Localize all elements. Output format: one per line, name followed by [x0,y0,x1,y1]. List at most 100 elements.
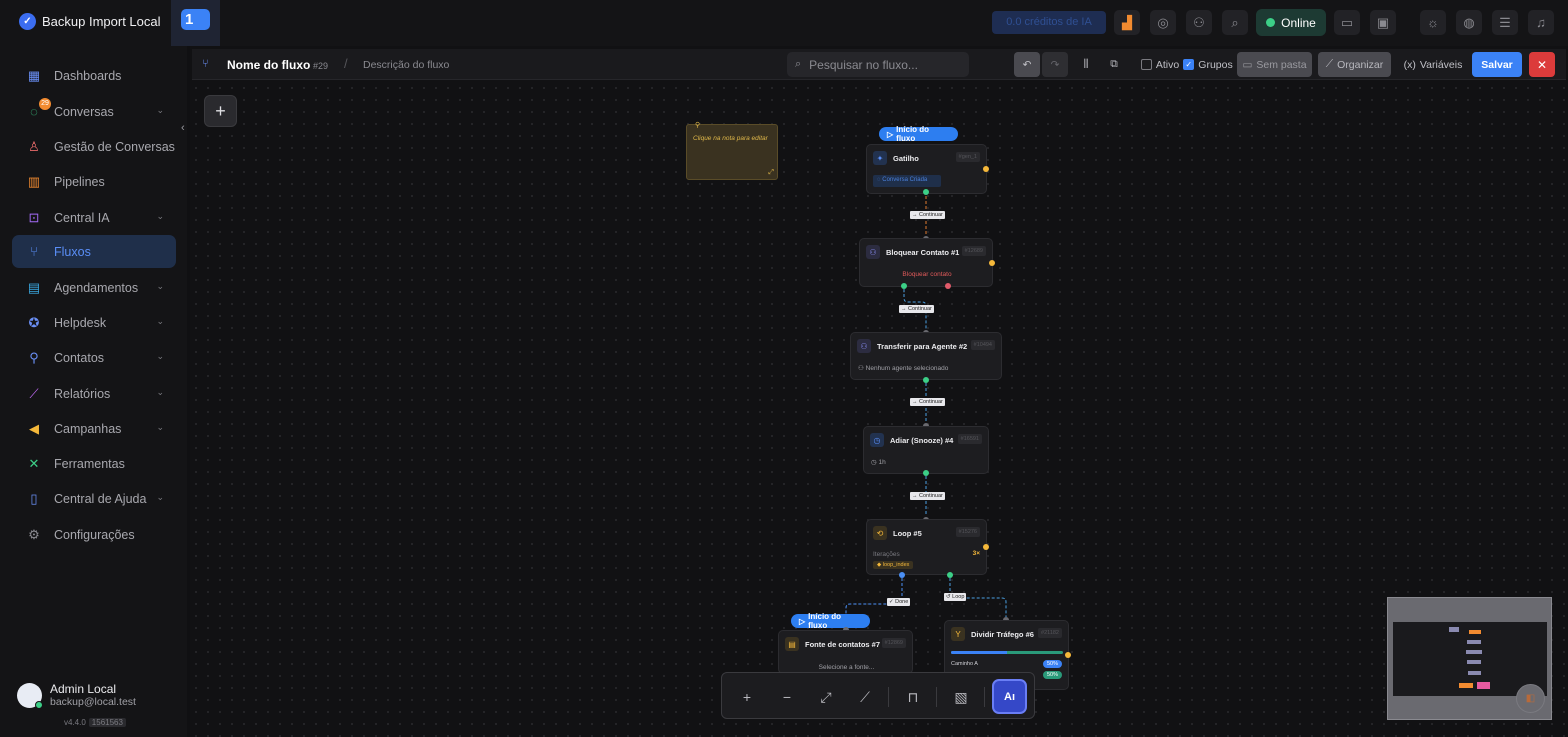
workspace-tab[interactable]: 1 [171,0,220,46]
sidebar-item-agendamentos[interactable]: ▤ Agendamentos ⌄ [12,271,176,304]
sidebar-item-central-ia[interactable]: ⊡ Central IA ⌄ [12,201,176,234]
user-transfer-icon: ⚇ [857,339,871,353]
zoom-in-button[interactable]: + [736,686,758,708]
checklist-icon[interactable]: ☰ [1492,10,1518,35]
sidebar-item-relatorios[interactable]: ⟋ Relatórios ⌄ [12,377,176,410]
redo-button[interactable]: ↷ [1042,52,1068,77]
node-contact-source[interactable]: ▤ Fonte de contatos #7 #12869 Selecione … [778,630,913,674]
sidebar-item-helpdesk[interactable]: ✪ Helpdesk ⌄ [12,306,176,339]
sidebar-item-ferramentas[interactable]: ✕ Ferramentas [12,447,176,480]
node-header: Y Dividir Tráfego #6 [951,627,1034,641]
node-trigger[interactable]: ✦ Gatilho #gen_1 ◌ Conversa Criada [866,144,987,194]
globe-icon[interactable]: ◍ [1456,10,1482,35]
sidebar-item-central-ajuda[interactable]: ▯ Central de Ajuda ⌄ [12,482,176,515]
online-status-button[interactable]: Online [1256,9,1326,36]
minimap-toggle-button[interactable]: ◧ [1516,684,1545,713]
sidebar-item-contatos[interactable]: ⚲ Contatos ⌄ [12,341,176,374]
chevron-down-icon: ⌄ [156,387,164,397]
bell-icon[interactable]: ♫ [1528,10,1554,35]
fit-view-button[interactable]: ⤢ [815,686,837,708]
brand[interactable]: ✓ Backup Import Local [19,13,161,30]
loop-iterate-handle[interactable] [947,572,953,578]
redo-icon: ↷ [1050,58,1060,71]
flow-search[interactable]: ⌕ [787,52,969,77]
note-button[interactable]: ▧ [950,686,972,708]
sticky-note[interactable]: ⚲ Clique na nota para editar ⤢ [686,122,778,180]
reports-icon: ⟋ [29,385,39,401]
add-node-button[interactable]: + [204,95,237,127]
search-icon: ⌕ [795,58,802,70]
message-icon[interactable]: ▭ [1334,10,1360,35]
users-icon[interactable]: ⚇ [1186,10,1212,35]
node-side-handle[interactable] [989,260,995,266]
sidebar-item-dashboards[interactable]: ▦ Dashboards [12,59,176,92]
organize-label: Organizar [1337,58,1384,71]
flow-description[interactable]: Descrição do fluxo [363,59,449,71]
megaphone-icon: ◀ [29,420,39,436]
copy-icon: ⧉ [1110,58,1118,70]
loop-icon: ⟲ [873,526,887,540]
node-error-handle[interactable] [945,283,951,289]
resize-icon[interactable]: ⤢ [768,169,774,177]
version-info: v4.4.0 1561563 [64,718,126,727]
node-transfer-agent[interactable]: ⚇ Transferir para Agente #2 #10494 ⚇ Nen… [850,332,1002,380]
node-output-handle[interactable] [901,283,907,289]
minimap-node [1449,627,1459,632]
sidebar-item-configuracoes[interactable]: ⚙ Configurações [12,518,176,551]
sidebar-item-label: Campanhas [54,421,122,436]
sun-icon[interactable]: ☼ [1420,10,1446,35]
sidebar-item-campanhas[interactable]: ◀ Campanhas ⌄ [12,412,176,445]
auto-layout-button[interactable]: ⟋ [854,686,876,708]
archive-icon[interactable]: ▣ [1370,10,1396,35]
sidebar-item-gestao-conversas[interactable]: ♙ Gestão de Conversas [12,130,176,163]
folder-button[interactable]: ▭ Sem pasta [1237,52,1312,77]
folder-label: Sem pasta [1256,58,1307,71]
groups-label: Grupos [1198,58,1233,71]
active-checkbox[interactable] [1140,59,1152,70]
node-snooze[interactable]: ◷ Adiar (Snooze) #4 #16591 ◷ 1h [863,426,989,474]
node-title: Gatilho [893,153,919,163]
chevron-down-icon: ⌄ [156,316,164,326]
target-icon[interactable]: ◎ [1150,10,1176,35]
stats-button[interactable]: ⫼ [1076,52,1096,77]
user-block-icon: ⚇ [866,245,880,259]
organize-button[interactable]: ⟋ Organizar [1318,52,1391,77]
save-button[interactable]: Salvar [1472,52,1522,77]
node-loop[interactable]: ⟲ Loop #5 #15276 Iterações 3× ◆ loop_ind… [866,519,987,575]
sidebar-item-conversas[interactable]: ◌ 29 Conversas ⌄ [12,95,176,128]
variables-button[interactable]: (x) Variáveis [1402,52,1464,77]
sidebar-item-fluxos[interactable]: ⑂ Fluxos [12,235,176,268]
node-side-handle[interactable] [983,544,989,550]
loop-done-handle[interactable] [899,572,905,578]
chart-icon[interactable]: ▟ [1114,10,1140,35]
ai-icon: Aı [1004,690,1015,703]
node-output-handle[interactable] [923,377,929,383]
loop-variable: loop_index [882,562,910,568]
ai-assistant-button[interactable]: Aı [992,679,1027,714]
groups-toggle[interactable]: ✓ Grupos [1179,52,1237,77]
top-bar: ✓ Backup Import Local 1 0.0 créditos de … [0,0,1568,46]
close-button[interactable]: ✕ [1529,52,1555,77]
node-side-handle[interactable] [1065,652,1071,658]
zoom-out-button[interactable]: − [776,686,798,708]
flow-name[interactable]: Nome do fluxo [227,58,310,72]
copy-button[interactable]: ⧉ [1104,52,1124,77]
groups-checkbox[interactable]: ✓ [1183,59,1195,70]
play-icon: ▷ [887,129,894,139]
node-side-handle[interactable] [983,166,989,172]
lock-button[interactable]: ⊓ [902,686,924,708]
ai-credits-badge[interactable]: 0.0 créditos de IA [992,11,1106,34]
flow-icon: ⑂ [30,244,38,259]
node-output-handle[interactable] [923,470,929,476]
node-block-contact[interactable]: ⚇ Bloquear Contato #1 #12689 Bloquear co… [859,238,993,287]
flow-search-input[interactable] [809,57,960,72]
minus-icon: − [782,689,792,705]
variable-icon: (x) [1403,58,1416,71]
sidebar-item-pipelines[interactable]: ▥ Pipelines [12,165,176,198]
split-pct-a: 50% [1042,660,1062,668]
helpdesk-icon: ✪ [28,314,40,330]
search-icon[interactable]: ⌕ [1222,10,1248,35]
undo-button[interactable]: ↶ [1014,52,1040,77]
node-output-handle[interactable] [923,189,929,195]
user-profile[interactable]: Admin Local backup@local.test [17,682,136,709]
